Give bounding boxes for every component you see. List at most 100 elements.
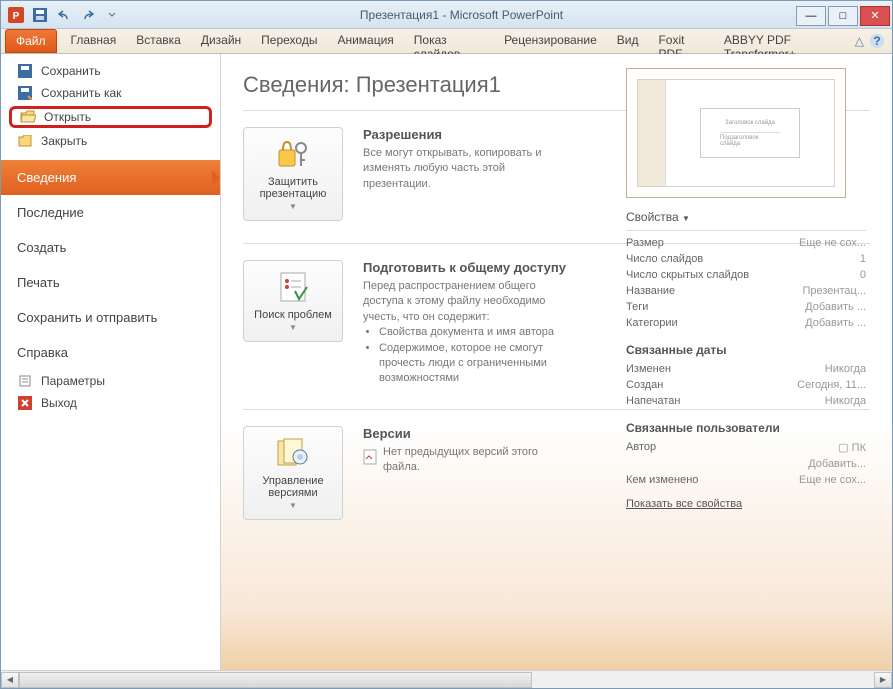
prop-row[interactable]: Число скрытых слайдов0 [626,267,866,283]
sidebar-options[interactable]: Параметры [1,370,220,392]
horizontal-scrollbar[interactable]: ◀ ▶ [1,670,892,688]
permissions-text: Все могут открывать, копировать и изменя… [363,146,573,192]
ribbon-tabs: Файл Главная Вставка Дизайн Переходы Ани… [1,29,892,53]
properties-panel: Заголовок слайда Подзаголовок слайда Сво… [626,68,866,510]
add-author[interactable]: Добавить... [626,456,866,472]
folder-close-icon [17,133,33,149]
prepare-text: Перед распространением общего доступа к … [363,279,573,325]
protect-presentation-button[interactable]: Защитить презентацию ▼ [243,127,343,221]
prop-row[interactable]: Число слайдов1 [626,251,866,267]
prop-row[interactable]: НазваниеПрезентац... [626,283,866,299]
button-label: Управление версиями [248,475,338,499]
scroll-thumb[interactable] [19,672,532,688]
tab-insert[interactable]: Вставка [126,29,191,53]
backstage-view: Сохранить Сохранить как Открыть Закрыть … [1,53,892,670]
sidebar-save[interactable]: Сохранить [1,60,220,82]
undo-icon[interactable] [53,4,75,26]
prop-row[interactable]: ТегиДобавить ... [626,299,866,315]
options-icon [17,373,33,389]
scroll-left-icon[interactable]: ◀ [1,672,19,688]
dropdown-arrow-icon: ▼ [289,501,297,510]
redo-icon[interactable] [77,4,99,26]
tab-home[interactable]: Главная [61,29,127,53]
thumb-title: Заголовок слайда [725,120,775,126]
tab-foxit[interactable]: Foxit PDF [648,29,713,53]
sidebar-info[interactable]: Сведения [1,160,220,195]
sidebar-print[interactable]: Печать [1,265,220,300]
manage-versions-button[interactable]: Управление версиями ▼ [243,426,343,520]
sidebar-savesend[interactable]: Сохранить и отправить [1,300,220,335]
sidebar-label: Открыть [44,110,91,124]
saveas-icon [17,85,33,101]
sidebar-new[interactable]: Создать [1,230,220,265]
permissions-title: Разрешения [363,127,573,142]
tab-abbyy[interactable]: ABBYY PDF Transformer+ [714,29,855,53]
close-button[interactable]: ✕ [860,6,890,26]
app-window: P Презентация1 - Microsoft PowerPoint — … [0,0,893,689]
dropdown-arrow-icon: ▼ [289,202,297,211]
sidebar-close[interactable]: Закрыть [1,130,220,152]
versions-icon [273,435,313,471]
thumb-subtitle: Подзаголовок слайда [720,132,780,147]
chevron-down-icon: ▼ [682,214,690,223]
save-icon [17,63,33,79]
sidebar-label: Выход [41,396,77,410]
app-icon[interactable]: P [5,4,27,26]
svg-text:P: P [13,11,20,22]
page-icon [363,449,377,470]
sidebar-saveas[interactable]: Сохранить как [1,82,220,104]
backstage-sidebar: Сохранить Сохранить как Открыть Закрыть … [1,54,221,670]
exit-icon [17,395,33,411]
prop-row: НапечатанНикогда [626,393,866,409]
window-title: Презентация1 - Microsoft PowerPoint [127,8,796,22]
show-all-properties-link[interactable]: Показать все свойства [626,498,742,510]
sidebar-exit[interactable]: Выход [1,392,220,414]
prop-row[interactable]: КатегорииДобавить ... [626,315,866,331]
minimize-button[interactable]: — [796,6,826,26]
tab-review[interactable]: Рецензирование [494,29,607,53]
prop-row: Кем измененоЕще не сох... [626,472,866,488]
tab-design[interactable]: Дизайн [191,29,251,53]
users-heading: Связанные пользователи [626,421,866,435]
prepare-bullet: Содержимое, которое не смогут прочесть л… [379,341,573,387]
slide-thumbnail[interactable]: Заголовок слайда Подзаголовок слайда [626,68,846,198]
properties-table: РазмерЕще не сох... Число слайдов1 Число… [626,235,866,488]
tab-slideshow[interactable]: Показ слайдов [404,29,494,53]
sidebar-recent[interactable]: Последние [1,195,220,230]
dropdown-arrow-icon: ▼ [289,323,297,332]
prop-row[interactable]: РазмерЕще не сох... [626,235,866,251]
scroll-track[interactable] [19,672,874,688]
person-icon: ▢ [838,442,848,454]
prop-row[interactable]: Автор▢ ПК [626,439,866,456]
prepare-bullet: Свойства документа и имя автора [379,325,573,340]
help-icon[interactable]: ? [870,34,884,48]
prop-row: СозданСегодня, 11... [626,377,866,393]
prepare-title: Подготовить к общему доступу [363,260,573,275]
sidebar-help[interactable]: Справка [1,335,220,370]
check-issues-button[interactable]: Поиск проблем ▼ [243,260,343,342]
collapse-ribbon-icon[interactable]: △ [855,34,864,48]
scroll-right-icon[interactable]: ▶ [874,672,892,688]
save-icon[interactable] [29,4,51,26]
tab-file[interactable]: Файл [5,29,57,53]
tab-animations[interactable]: Анимация [327,29,403,53]
sidebar-label: Сохранить [41,64,101,78]
window-controls: — □ ✕ [796,4,892,26]
sidebar-label: Закрыть [41,134,87,148]
titlebar: P Презентация1 - Microsoft PowerPoint — … [1,1,892,29]
sidebar-open[interactable]: Открыть [9,106,212,128]
checklist-icon [273,269,313,305]
tab-transitions[interactable]: Переходы [251,29,327,53]
qat-dropdown-icon[interactable] [101,4,123,26]
prop-row: ИзмененНикогда [626,361,866,377]
dates-heading: Связанные даты [626,343,866,357]
versions-text: Нет предыдущих версий этого файла. [383,445,573,476]
tab-view[interactable]: Вид [607,29,649,53]
button-label: Поиск проблем [248,309,338,321]
folder-open-icon [20,109,36,125]
button-label: Защитить презентацию [248,176,338,200]
sidebar-label: Параметры [41,374,105,388]
properties-dropdown[interactable]: Свойства ▼ [626,210,866,224]
maximize-button[interactable]: □ [828,6,858,26]
quick-access-toolbar: P [1,4,127,26]
